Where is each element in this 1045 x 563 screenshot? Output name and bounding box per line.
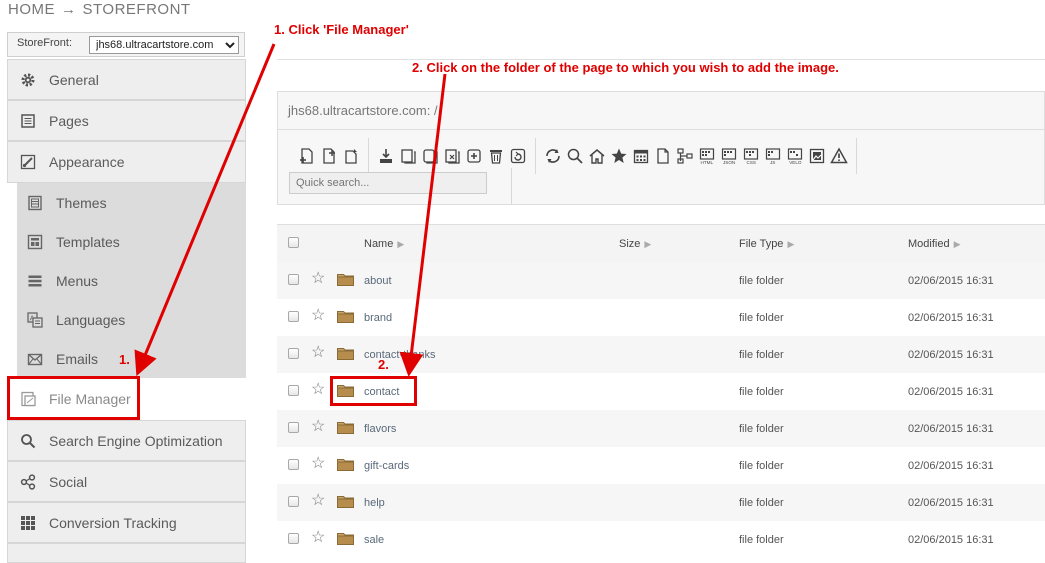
annotation-arrows xyxy=(134,43,447,377)
arrow-to-contact-folder xyxy=(399,73,447,377)
arrow-to-file-manager xyxy=(134,43,276,377)
